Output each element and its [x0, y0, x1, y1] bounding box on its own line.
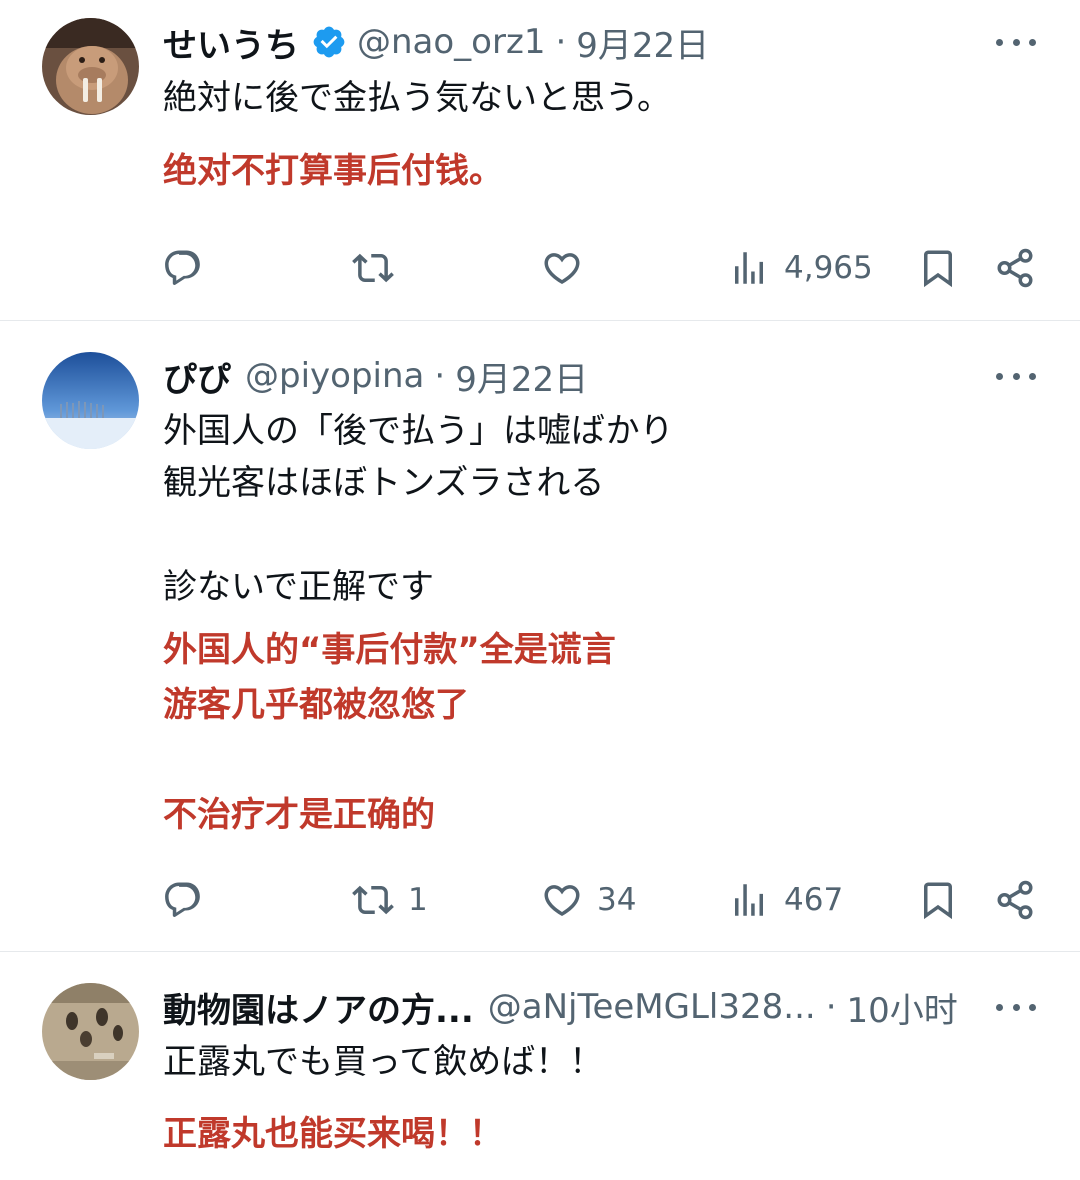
views-button[interactable]: 4,965: [728, 243, 873, 293]
views-button[interactable]: 467: [728, 875, 843, 925]
tweet-3[interactable]: 動物園はノアの方... @aNjTeeMGLl328... · 10小时 正露丸…: [0, 952, 1080, 1180]
like-icon: [541, 247, 583, 289]
retweet-button[interactable]: 1: [352, 875, 428, 925]
reply-button[interactable]: [162, 875, 218, 925]
retweet-button[interactable]: [352, 243, 408, 293]
like-button[interactable]: 34: [541, 875, 636, 925]
tweet-text: 正露丸でも買って飲めば！！: [163, 1042, 604, 1082]
display-name[interactable]: 動物園はノアの方...: [163, 983, 474, 1032]
winter-landscape-avatar-icon: [42, 352, 139, 449]
reply-icon: [162, 247, 204, 289]
bookmark-button[interactable]: [917, 875, 959, 925]
timestamp[interactable]: 10小时: [847, 983, 958, 1032]
more-icon[interactable]: [996, 22, 1036, 62]
bookmark-icon: [917, 879, 959, 921]
retweet-icon: [352, 247, 394, 289]
translation-text: 外国人的“事后付款”全是谎言 游客几乎都被忽悠了 不治疗才是正确的: [163, 630, 616, 835]
tweet-header: せいうち @nao_orz1 · 9月22日: [163, 18, 960, 67]
separator-dot: ·: [825, 987, 837, 1027]
share-icon: [994, 247, 1036, 289]
retweet-count: 1: [408, 882, 428, 918]
views-count: 467: [784, 882, 844, 918]
like-count: 34: [597, 882, 637, 918]
action-bar: 4,965: [0, 243, 1080, 293]
walrus-avatar-icon: [42, 18, 139, 115]
views-icon: [728, 879, 770, 921]
avatar[interactable]: [42, 352, 139, 449]
separator-dot: ·: [434, 356, 446, 396]
share-button[interactable]: [994, 875, 1036, 925]
more-icon[interactable]: [996, 987, 1036, 1027]
bookmark-button[interactable]: [917, 243, 959, 293]
tweet-text: 絶対に後で金払う気ないと思う。: [163, 78, 671, 118]
separator-dot: ·: [555, 22, 567, 62]
views-count: 4,965: [784, 250, 873, 286]
display-name[interactable]: せいうち: [163, 18, 299, 67]
zoo-avatar-icon: [42, 983, 139, 1080]
like-icon: [541, 879, 583, 921]
tweet-1[interactable]: せいうち @nao_orz1 · 9月22日 絶対に後で金払う気ないと思う。 绝…: [0, 0, 1080, 320]
bookmark-icon: [917, 247, 959, 289]
tweet-text: 外国人の「後で払う」は嘘ばかり 観光客はほぼトンズラされる 診ないで正解です: [163, 411, 674, 607]
share-button[interactable]: [994, 243, 1036, 293]
avatar[interactable]: [42, 18, 139, 115]
timestamp[interactable]: 9月22日: [576, 18, 709, 67]
handle[interactable]: @aNjTeeMGLl328...: [488, 987, 816, 1027]
reply-button[interactable]: [162, 243, 218, 293]
display-name[interactable]: ぴぴ: [163, 352, 231, 401]
verified-badge-icon: [311, 24, 347, 60]
handle[interactable]: @nao_orz1: [357, 22, 545, 62]
avatar[interactable]: [42, 983, 139, 1080]
tweet-header: ぴぴ @piyopina · 9月22日: [163, 352, 960, 401]
action-bar: 1 34 467: [0, 875, 1080, 925]
tweet-2[interactable]: ぴぴ @piyopina · 9月22日 外国人の「後で払う」は嘘ばかり 観光客…: [0, 321, 1080, 951]
reply-icon: [162, 879, 204, 921]
translation-text: 绝对不打算事后付钱。: [163, 151, 503, 191]
like-button[interactable]: [541, 243, 597, 293]
share-icon: [994, 879, 1036, 921]
retweet-icon: [352, 879, 394, 921]
views-icon: [728, 247, 770, 289]
translation-text: 正露丸也能买来喝！！: [163, 1114, 503, 1154]
tweet-header: 動物園はノアの方... @aNjTeeMGLl328... · 10小时: [163, 983, 960, 1032]
handle[interactable]: @piyopina: [245, 356, 424, 396]
timestamp[interactable]: 9月22日: [455, 352, 588, 401]
more-icon[interactable]: [996, 356, 1036, 396]
